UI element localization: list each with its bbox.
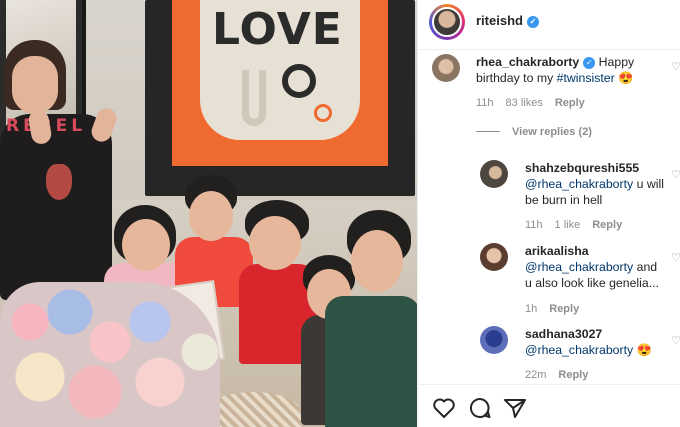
post-photo[interactable]: LOVE REBEL	[0, 0, 417, 427]
view-replies-button[interactable]: View replies (2)	[476, 126, 592, 138]
comment-username[interactable]: arikaalisha	[525, 244, 589, 258]
reply-button[interactable]: Reply	[592, 219, 622, 231]
comment-like-icon[interactable]: ♡	[671, 60, 680, 73]
reply-button[interactable]: Reply	[558, 369, 588, 381]
post-actions-bar	[418, 384, 680, 427]
comment-mention[interactable]: @rhea_chakraborty	[525, 260, 633, 274]
like-icon[interactable]	[432, 397, 456, 419]
comments-panel: riteishd ✓ rhea_chakraborty ✓ Happy birthd…	[417, 0, 680, 427]
post-username[interactable]: riteishd ✓	[476, 13, 539, 28]
comment-item: shahzebqureshi555 @rhea_chakraborty u wi…	[418, 160, 680, 232]
comment-item: sadhana3027 @rhea_chakraborty 😍 22m Reply…	[418, 326, 680, 382]
reply-button[interactable]: Reply	[555, 97, 585, 109]
verified-badge-icon: ✓	[526, 16, 539, 28]
profile-avatar[interactable]	[429, 4, 465, 40]
post-header: riteishd ✓	[418, 0, 680, 50]
heart-eyes-emoji: 😍	[636, 343, 652, 357]
comment-item: rhea_chakraborty ✓ Happy birthday to my #…	[418, 52, 680, 116]
heart-eyes-emoji: 😍	[618, 71, 634, 85]
commenter-avatar[interactable]	[480, 326, 508, 354]
comment-likes[interactable]: 83 likes	[506, 97, 543, 109]
comment-hashtag[interactable]: #twinsister	[557, 71, 615, 85]
child-figure	[325, 210, 417, 427]
commenter-avatar[interactable]	[432, 54, 460, 82]
comment-username[interactable]: sadhana3027	[525, 327, 602, 341]
reply-button[interactable]: Reply	[549, 303, 579, 315]
comment-like-icon[interactable]: ♡	[671, 168, 680, 181]
comment-like-icon[interactable]: ♡	[671, 251, 680, 264]
comment-time[interactable]: 11h	[476, 97, 494, 109]
wall-frame-love: LOVE	[145, 0, 415, 196]
comment-like-icon[interactable]: ♡	[671, 334, 680, 347]
share-icon[interactable]	[503, 397, 527, 419]
commenter-avatar[interactable]	[480, 160, 508, 188]
comment-username[interactable]: rhea_chakraborty	[476, 55, 579, 69]
commenter-avatar[interactable]	[480, 243, 508, 271]
comment-mention[interactable]: @rhea_chakraborty	[525, 343, 633, 357]
comment-time[interactable]: 11h	[525, 219, 543, 231]
comment-username[interactable]: shahzebqureshi555	[525, 161, 639, 175]
comment-time[interactable]: 1h	[525, 303, 537, 315]
flower-arrangement	[0, 282, 220, 427]
comment-mention[interactable]: @rhea_chakraborty	[525, 177, 633, 191]
poster-text: LOVE	[212, 4, 343, 55]
comment-icon[interactable]	[468, 397, 492, 419]
replies-divider	[476, 131, 500, 132]
comment-item: arikaalisha @rhea_chakraborty and u also…	[418, 243, 680, 315]
comment-likes[interactable]: 1 like	[555, 219, 581, 231]
comment-time[interactable]: 22m	[525, 369, 546, 381]
verified-badge-icon: ✓	[583, 57, 596, 69]
